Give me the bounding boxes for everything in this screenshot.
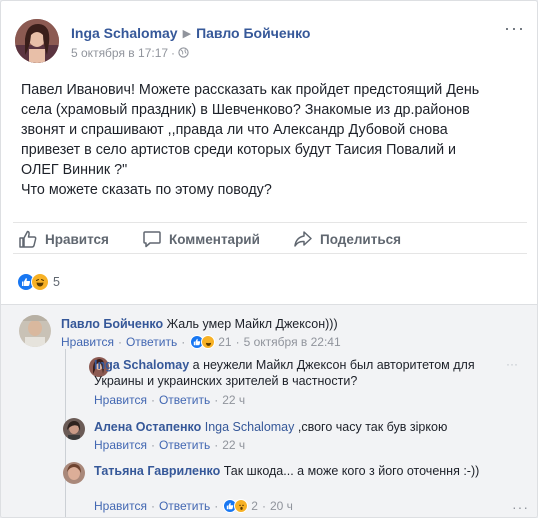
more-options-icon[interactable]: ··· (504, 19, 525, 37)
post-actions-bar: Нравится Комментарий Поделиться (13, 222, 527, 254)
comment-reply-link[interactable]: Ответить (159, 393, 210, 407)
comments-section: Павло Бойченко Жаль умер Майкл Джексон))… (1, 304, 537, 517)
comment-author[interactable]: Татьяна Гавриленко (94, 464, 220, 478)
separator: · (150, 438, 155, 452)
separator: · (261, 499, 266, 513)
share-icon (294, 231, 312, 247)
post-author-line: Inga Schalomay ▶ Павло Бойченко (71, 25, 310, 41)
post-card: Inga Schalomay ▶ Павло Бойченко 5 октября … (0, 0, 538, 518)
haha-reaction-icon (31, 273, 49, 291)
reaction-count: 5 (53, 275, 60, 289)
comment-reply-link[interactable]: Ответить (159, 499, 210, 513)
author-avatar[interactable] (15, 19, 59, 63)
commenter-avatar[interactable] (19, 315, 51, 347)
comment-reaction-count: 21 (218, 335, 232, 349)
commenter-avatar[interactable] (63, 462, 85, 484)
comment-button[interactable]: Комментарий (142, 226, 260, 252)
post-target-link[interactable]: Павло Бойченко (196, 25, 310, 41)
separator: · (214, 438, 219, 452)
comment-author[interactable]: Inga Schalomay (94, 358, 189, 372)
comment-mention[interactable]: Inga Schalomay (205, 420, 295, 434)
post-meta: 5 октября в 17:17 · (71, 46, 189, 61)
comment-text: Алена Остапенко Inga Schalomay ,свого ча… (94, 419, 504, 435)
post-header: Inga Schalomay ▶ Павло Бойченко 5 октября … (13, 15, 525, 65)
post-text: Павел Иванович! Можете рассказать как пр… (21, 80, 521, 200)
separator: · (150, 393, 155, 407)
separator: · (181, 335, 186, 349)
post-text-line: привезет в село артистов среди которых б… (21, 142, 457, 158)
post-text-line: Павел Иванович! Можете рассказать как пр… (21, 82, 480, 98)
post-text-line: ОЛЕГ Винник ?" (21, 162, 128, 178)
comment-timestamp[interactable]: 5 октября в 22:41 (244, 335, 341, 349)
comment-reaction-count: 2 (251, 499, 258, 513)
post-text-line: села (храмовый праздник) в Шевченково? З… (21, 102, 470, 118)
comment-text: Павло Бойченко Жаль умер Майкл Джексон))… (61, 316, 501, 332)
triangle-right-icon: ▶ (182, 28, 192, 40)
comment-like-link[interactable]: Нравится (94, 499, 147, 513)
comment-options-icon[interactable]: ··· (506, 357, 518, 371)
more-comments-icon[interactable]: ··· (512, 499, 529, 515)
comment-timestamp[interactable]: 20 ч (270, 499, 293, 513)
wow-reaction-icon (234, 499, 249, 513)
post-text-line: звонят и спрашивают ,,правда ли что Алек… (21, 122, 448, 138)
comment-message: Жаль умер Майкл Джексон))) (166, 317, 338, 331)
comment-reply-link[interactable]: Ответить (159, 438, 210, 452)
comment-label: Комментарий (169, 231, 260, 247)
comment-message: ,свого часу так був зіркою (297, 420, 448, 434)
comment-message: Так шкода... а може кого з його оточення… (223, 464, 480, 478)
post-text-line: Что можете сказать по этому поводу? (21, 182, 272, 198)
comment-text: Татьяна Гавриленко Так шкода... а може к… (94, 463, 494, 479)
separator: · (214, 393, 219, 407)
comment-icon (143, 231, 161, 248)
comment-reactions[interactable] (190, 335, 216, 349)
comment-reactions[interactable] (223, 499, 249, 513)
comment-like-link[interactable]: Нравится (94, 438, 147, 452)
comment-actions: Нравится · Ответить · 22 ч (94, 393, 245, 407)
separator: · (117, 335, 122, 349)
post-author-link[interactable]: Inga Schalomay (71, 25, 178, 41)
commenter-avatar[interactable] (63, 418, 85, 440)
comment-actions: Нравится · Ответить · 2 · 20 ч (94, 499, 293, 513)
like-button[interactable]: Нравится (18, 226, 109, 252)
comment-author[interactable]: Павло Бойченко (61, 317, 163, 331)
separator: · (150, 499, 155, 513)
comment-text: Inga Schalomay а неужели Майкл Джексон б… (94, 357, 504, 389)
thumbs-up-icon (19, 230, 37, 248)
comment-actions: Нравится · Ответить · 21 · 5 октября в 2… (61, 335, 341, 349)
haha-reaction-icon (201, 335, 216, 349)
separator: · (235, 335, 240, 349)
share-button[interactable]: Поделиться (293, 226, 401, 252)
share-label: Поделиться (320, 231, 402, 247)
comment-timestamp[interactable]: 22 ч (222, 393, 245, 407)
comment-like-link[interactable]: Нравится (94, 393, 147, 407)
comment-like-link[interactable]: Нравится (61, 335, 114, 349)
comment-reply-link[interactable]: Ответить (126, 335, 177, 349)
globe-icon[interactable] (178, 47, 189, 61)
comment-timestamp[interactable]: 22 ч (222, 438, 245, 452)
post-timestamp[interactable]: 5 октября в 17:17 (71, 46, 168, 60)
comment-author[interactable]: Алена Остапенко (94, 420, 201, 434)
separator: · (171, 46, 176, 60)
reactions-summary[interactable]: 5 (17, 272, 60, 292)
separator: · (214, 499, 219, 513)
comment-actions: Нравится · Ответить · 22 ч (94, 438, 245, 452)
like-label: Нравится (45, 231, 109, 247)
